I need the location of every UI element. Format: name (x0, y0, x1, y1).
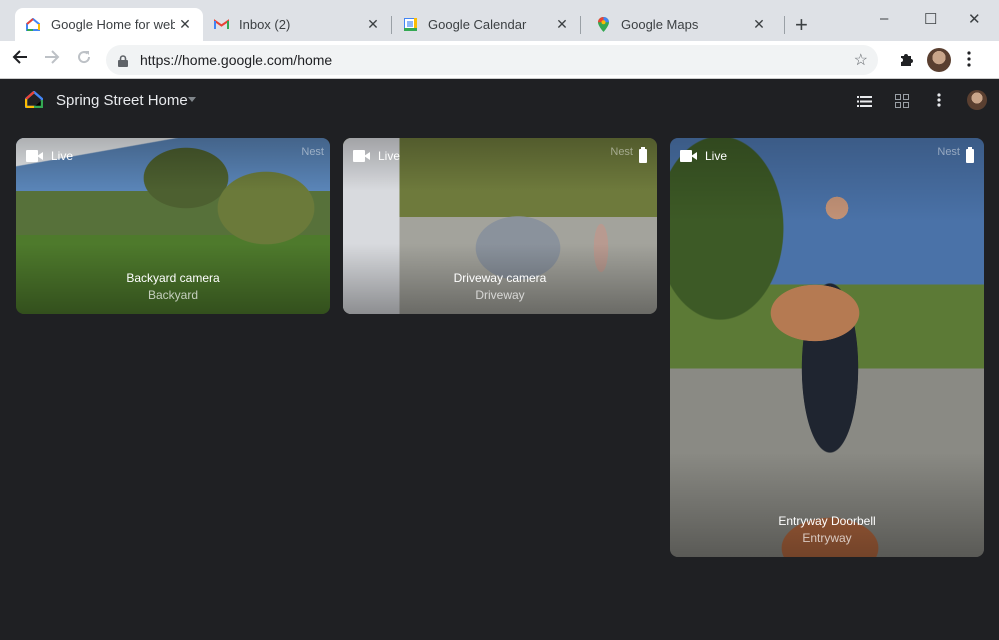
camera-room: Driveway (475, 288, 525, 302)
address-bar[interactable]: https://home.google.com/home ☆ (106, 45, 878, 75)
live-label: Live (705, 149, 728, 163)
battery-icon (966, 147, 974, 163)
google-maps-icon (595, 17, 611, 33)
reload-icon[interactable] (76, 49, 92, 70)
tab-google-home[interactable]: Google Home for web ✕ (15, 8, 203, 41)
extensions-icon[interactable] (899, 51, 915, 72)
tab-separator (580, 16, 581, 34)
new-tab-button[interactable]: + (795, 12, 808, 38)
list-view-icon[interactable] (857, 94, 872, 112)
camera-caption: Entryway Doorbell Entryway (670, 514, 984, 545)
gmail-icon (213, 17, 229, 33)
video-camera-icon (26, 150, 43, 162)
profile-avatar[interactable] (927, 48, 951, 72)
live-indicator: Live (353, 149, 400, 163)
lock-icon (118, 54, 128, 67)
close-tab-icon[interactable]: ✕ (363, 16, 383, 33)
video-camera-icon (680, 150, 697, 162)
camera-room: Entryway (802, 531, 852, 545)
chevron-down-icon[interactable] (188, 97, 196, 102)
grid-view-icon[interactable] (895, 94, 909, 113)
maximize-button[interactable]: ☐ (924, 10, 937, 28)
live-indicator: Live (26, 149, 73, 163)
tab-title: Inbox (2) (239, 17, 291, 32)
tab-separator (784, 16, 785, 34)
tab-title: Google Home for web (51, 17, 175, 32)
live-label: Live (378, 149, 401, 163)
close-window-button[interactable]: ✕ (968, 10, 981, 28)
minimize-button[interactable]: – (880, 10, 888, 27)
camera-feed (670, 138, 984, 557)
camera-room: Backyard (147, 288, 199, 302)
google-home-icon (25, 17, 41, 33)
forward-icon[interactable] (44, 49, 60, 70)
tab-title: Google Maps (621, 17, 699, 32)
close-tab-icon[interactable]: ✕ (175, 16, 195, 33)
browser-tab-strip: Google Home for web ✕ Inbox (2) ✕ Google… (0, 0, 999, 41)
live-indicator: Live (680, 149, 727, 163)
camera-name: Entryway Doorbell (778, 514, 876, 528)
battery-icon (639, 147, 647, 163)
home-selector[interactable]: Spring Street Home (56, 92, 188, 109)
google-home-logo-icon (24, 90, 45, 109)
account-avatar[interactable] (967, 90, 987, 110)
camera-caption: Driveway camera Driveway (343, 271, 657, 302)
url-text[interactable]: https://home.google.com/home (140, 52, 332, 68)
tab-title: Google Calendar (428, 17, 527, 32)
google-calendar-icon (402, 17, 418, 33)
camera-card-backyard[interactable]: Live Nest Backyard camera Backyard (16, 138, 330, 314)
browser-menu-icon[interactable] (967, 51, 971, 72)
nest-watermark: Nest (610, 146, 633, 158)
nest-watermark: Nest (301, 146, 324, 158)
camera-name: Driveway camera (453, 271, 547, 285)
video-camera-icon (353, 150, 370, 162)
tab-google-calendar[interactable]: Google Calendar ✕ (392, 8, 580, 41)
close-tab-icon[interactable]: ✕ (749, 16, 769, 33)
browser-toolbar: https://home.google.com/home ☆ (0, 41, 999, 79)
app-header: Spring Street Home (0, 79, 999, 123)
camera-card-driveway[interactable]: Live Nest Driveway camera Driveway (343, 138, 657, 314)
bookmark-star-icon[interactable]: ☆ (854, 50, 868, 70)
camera-caption: Backyard camera Backyard (16, 271, 330, 302)
more-vert-icon[interactable] (937, 93, 941, 112)
nest-watermark: Nest (937, 146, 960, 158)
close-tab-icon[interactable]: ✕ (552, 16, 572, 33)
tab-google-maps[interactable]: Google Maps ✕ (585, 8, 777, 41)
camera-card-entryway[interactable]: Live Nest Entryway Doorbell Entryway (670, 138, 984, 557)
back-icon[interactable] (12, 49, 28, 70)
tab-gmail[interactable]: Inbox (2) ✕ (203, 8, 391, 41)
live-label: Live (51, 149, 74, 163)
camera-name: Backyard camera (126, 271, 220, 285)
